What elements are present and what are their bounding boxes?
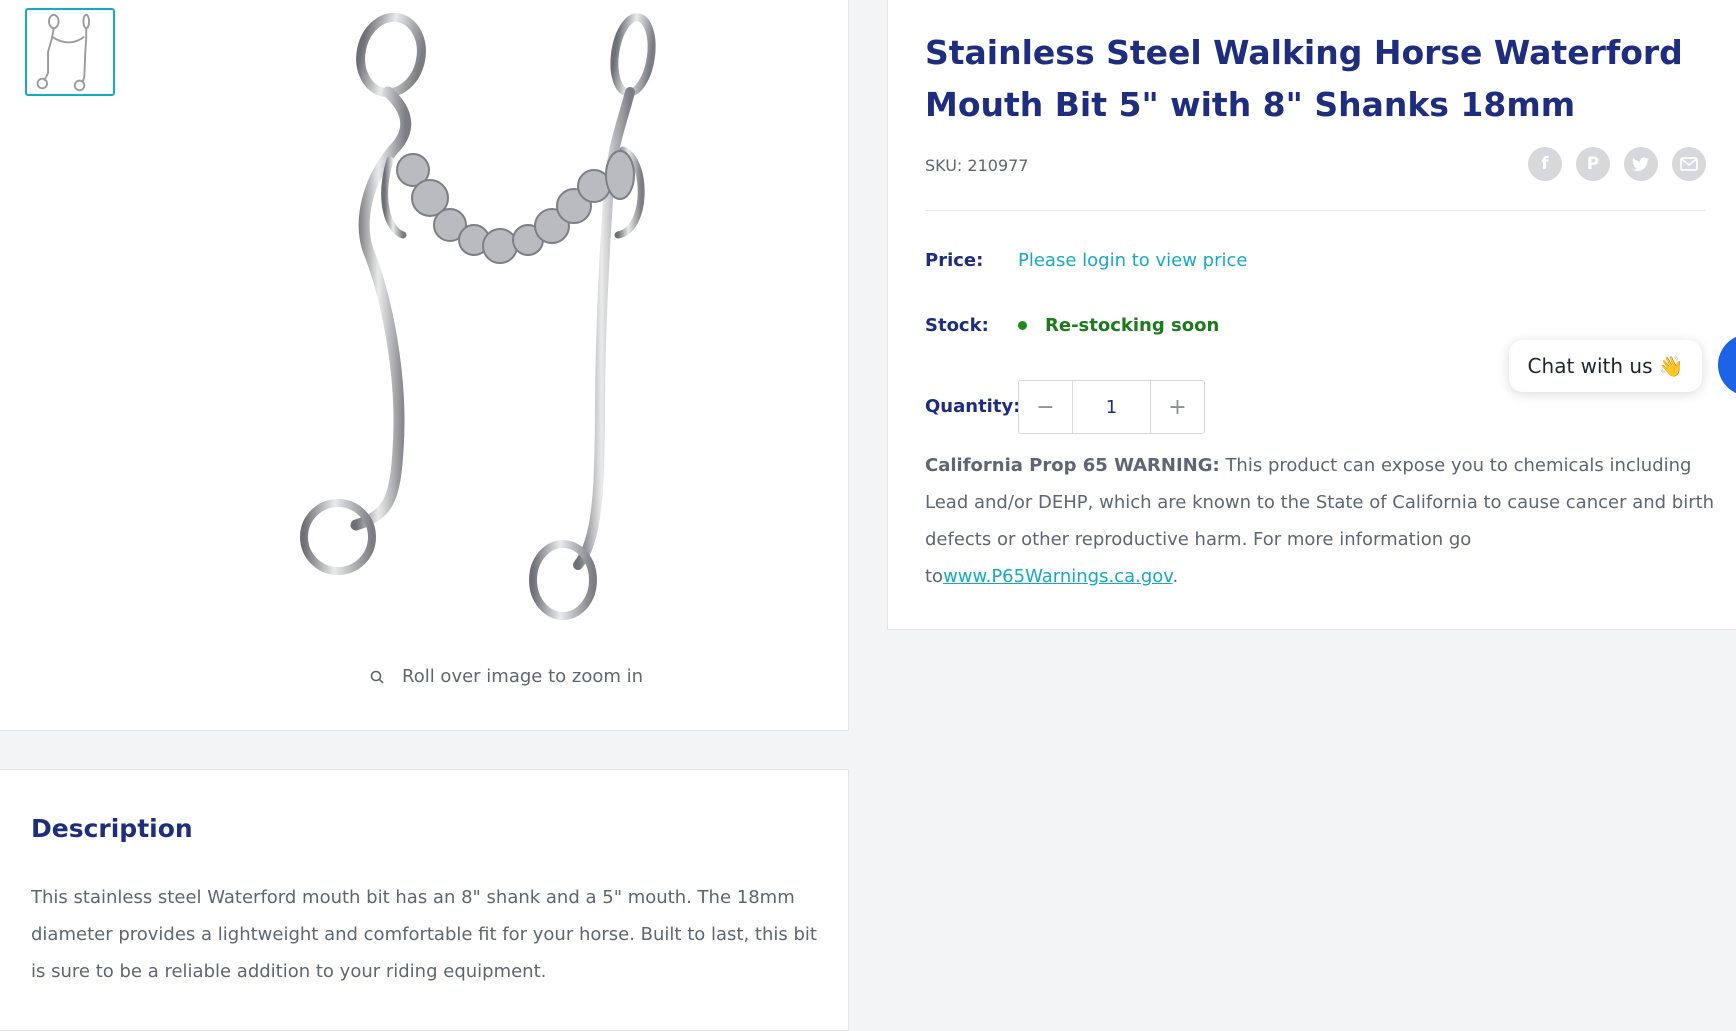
quantity-stepper: − + [1018, 380, 1205, 434]
quantity-increase-button[interactable]: + [1151, 381, 1204, 433]
chat-label: Chat with us [1527, 354, 1653, 378]
description-title: Description [31, 814, 193, 843]
chat-with-us-button[interactable]: Chat with us 👋 [1509, 340, 1702, 392]
product-sku: SKU: 210977 [925, 156, 1029, 175]
product-title: Stainless Steel Walking Horse Waterford … [925, 33, 1683, 124]
pinterest-icon[interactable]: P [1576, 147, 1610, 181]
zoom-hint-text: Roll over image to zoom in [402, 666, 644, 687]
description-section: Description This stainless steel Waterfo… [0, 769, 849, 1031]
zoom-hint: Roll over image to zoom in [370, 666, 643, 687]
twitter-icon[interactable] [1624, 147, 1658, 181]
facebook-icon[interactable]: f [1528, 147, 1562, 181]
stock-label: Stock: [925, 315, 989, 336]
quantity-label: Quantity: [925, 396, 1021, 417]
p65-warnings-link[interactable]: www.P65Warnings.ca.gov [943, 566, 1172, 587]
description-body: This stainless steel Waterford mouth bit… [31, 887, 817, 982]
prop65-warning-end: . [1172, 566, 1179, 587]
product-info: Stainless Steel Walking Horse Waterford … [887, 0, 1736, 630]
bit-thumbnail-image [36, 13, 91, 92]
prop65-warning-heading: California Prop 65 WARNING: [925, 455, 1220, 476]
stock-status: Re-stocking soon [1018, 315, 1219, 336]
divider [925, 210, 1705, 211]
login-to-view-price-link[interactable]: Please login to view price [1018, 250, 1247, 271]
prop65-warning: California Prop 65 WARNING: This product… [925, 447, 1715, 595]
quantity-decrease-button[interactable]: − [1019, 381, 1072, 433]
email-icon[interactable] [1672, 147, 1706, 181]
stock-status-dot [1018, 321, 1027, 330]
product-main-image[interactable] [238, 0, 798, 640]
quantity-input[interactable] [1072, 381, 1151, 433]
stock-status-text: Re-stocking soon [1045, 315, 1220, 336]
share-buttons: f P [1528, 147, 1706, 181]
magnifier-icon [370, 670, 384, 684]
product-gallery: Roll over image to zoom in [0, 0, 849, 731]
waving-hand-icon: 👋 [1658, 354, 1684, 378]
product-thumbnail[interactable] [25, 8, 115, 96]
waterford-bit-illustration [300, 12, 656, 620]
price-label: Price: [925, 250, 984, 271]
